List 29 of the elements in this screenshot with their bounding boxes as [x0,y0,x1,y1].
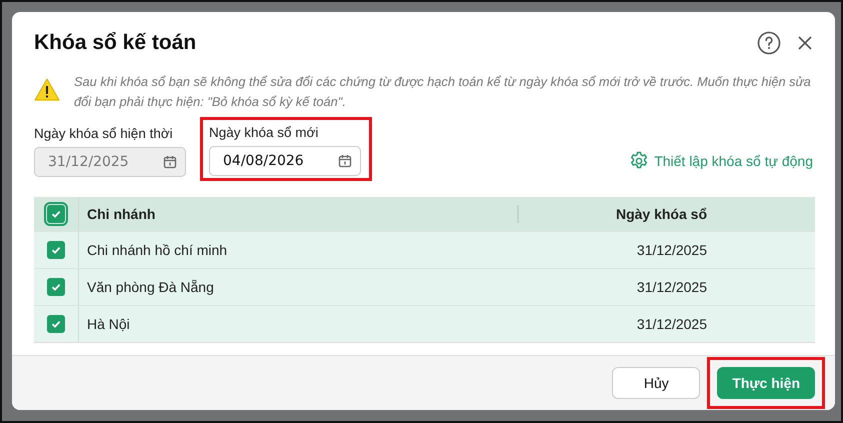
table-cell-text: Hà Nội [86,316,131,332]
check-icon [50,281,62,293]
row-checkbox[interactable] [47,315,65,333]
field-label: Ngày khóa sổ mới [209,124,320,140]
column-header: Ngày khóa sổ [517,205,815,223]
check-icon [50,208,62,220]
date-field[interactable]: 04/08/2026 [209,146,361,176]
check-icon [50,318,62,330]
check-icon [50,244,62,256]
warning-icon [34,78,60,101]
table-cell-text: 31/12/2025 [636,242,708,258]
field-label: Ngày khóa sổ hiện thời [34,125,174,141]
close-icon[interactable] [797,35,813,51]
column-header: Chi nhánh [86,206,156,222]
row-checkbox[interactable] [47,278,65,296]
calendar-icon[interactable] [338,154,352,168]
submit-button[interactable]: Thực hiện [717,367,815,399]
table-cell-text: 31/12/2025 [636,316,708,332]
select-all-checkbox[interactable] [47,205,65,223]
table-cell-text: 31/12/2025 [636,279,708,295]
table-cell-text: Văn phòng Đà Nẵng [86,279,215,295]
settings-icon [629,151,650,171]
table-cell-text: Chi nhánh hồ chí minh [86,242,228,258]
auto-lock-settings-link[interactable]: Thiết lập khóa sổ tự động [629,151,813,171]
dialog-title: Khóa sổ kế toán [34,31,198,55]
row-checkbox[interactable] [47,241,65,259]
help-icon[interactable] [757,31,781,55]
cancel-button[interactable]: Hủy [612,367,700,399]
warning-message: Sau khi khóa sổ bạn sẽ không thể sửa đổi các chứng từ được hạch toán kể từ ngày khóa sổ mới trở về trước. Muốn thực hiện sửa đổi bạn phải thực hiện: "Bỏ khóa sổ kỳ kế toán". [74,73,812,111]
